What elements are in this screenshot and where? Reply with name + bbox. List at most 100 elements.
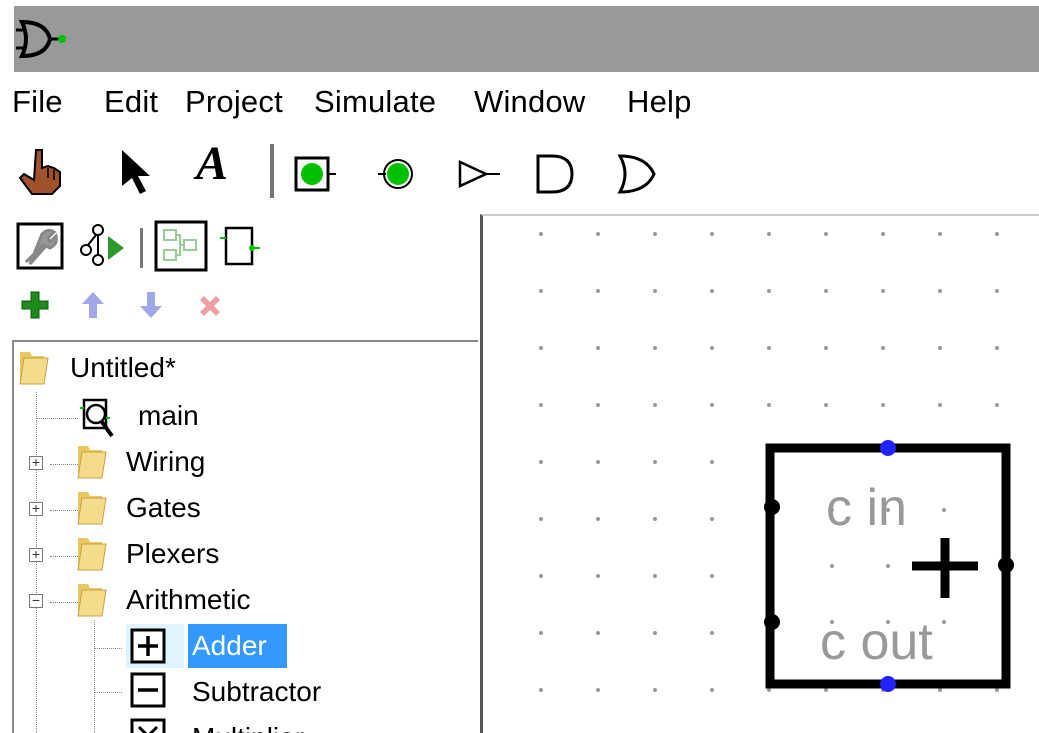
grid-dot — [539, 232, 543, 236]
simulation-tree-icon[interactable] — [76, 222, 128, 268]
tree-connector-arithmetic-children — [94, 620, 95, 733]
grid-dot — [995, 346, 999, 350]
tree-item-arithmetic[interactable]: Arithmetic — [126, 584, 250, 616]
grid-dot — [710, 289, 714, 293]
folder-icon — [77, 538, 107, 571]
tree-item-subtractor[interactable]: Subtractor — [192, 676, 321, 708]
tree-connector-arithmetic — [50, 602, 78, 603]
grid-dot — [767, 403, 771, 407]
tree-item-main[interactable]: main — [138, 400, 199, 432]
grid-dot — [653, 517, 657, 521]
toolbar-separator — [270, 144, 274, 198]
grid-dot — [824, 403, 828, 407]
grid-dot — [710, 574, 714, 578]
grid-dot — [824, 232, 828, 236]
grid-dot — [596, 403, 600, 407]
grid-dot — [539, 631, 543, 635]
grid-dot — [653, 346, 657, 350]
tree-connector-adder — [94, 648, 122, 649]
and-gate-icon[interactable] — [532, 152, 580, 196]
tree-connector-gates — [50, 510, 78, 511]
menu-project[interactable]: Project — [185, 84, 283, 120]
grid-dot — [596, 631, 600, 635]
grid-dot — [710, 403, 714, 407]
grid-dot — [824, 289, 828, 293]
tree-item-adder[interactable]: Adder — [192, 630, 267, 662]
expand-gates-icon[interactable]: + — [29, 501, 43, 516]
grid-dot — [596, 232, 600, 236]
grid-dot — [881, 403, 885, 407]
tree-connector-main — [36, 418, 78, 419]
or-gate-icon[interactable] — [614, 152, 662, 196]
text-tool-icon[interactable]: A — [196, 136, 228, 191]
menu-window[interactable]: Window — [474, 84, 585, 120]
add-circuit-icon[interactable] — [20, 290, 50, 320]
expand-plexers-icon[interactable]: + — [29, 547, 43, 562]
tree-item-multiplier[interactable]: Multiplier — [192, 722, 304, 733]
appearance-view-icon[interactable] — [218, 224, 262, 268]
folder-icon — [77, 492, 107, 525]
grid-dot — [710, 460, 714, 464]
tree-connector-root — [36, 392, 37, 733]
folder-icon — [77, 584, 107, 617]
grid-dot — [596, 688, 600, 692]
tree-item-gates[interactable]: Gates — [126, 492, 201, 524]
grid-dot — [881, 289, 885, 293]
grid-dot — [653, 289, 657, 293]
move-up-icon[interactable] — [80, 290, 106, 320]
layout-view-icon[interactable] — [154, 220, 208, 272]
grid-dot — [653, 232, 657, 236]
grid-dot — [653, 688, 657, 692]
grid-dot — [881, 346, 885, 350]
tree-connector-wiring — [50, 464, 78, 465]
folder-icon — [77, 446, 107, 479]
menu-edit[interactable]: Edit — [104, 84, 158, 120]
title-bar — [0, 0, 1039, 76]
tree-item-wiring[interactable]: Wiring — [126, 446, 205, 478]
grid-dot — [539, 460, 543, 464]
project-folder-icon — [19, 352, 49, 385]
tree-connector-subtractor — [94, 692, 122, 693]
delete-circuit-icon[interactable] — [196, 292, 224, 320]
grid-dot — [881, 232, 885, 236]
expand-wiring-icon[interactable]: + — [29, 455, 43, 470]
grid-dot — [710, 232, 714, 236]
project-name[interactable]: Untitled* — [70, 352, 176, 384]
menu-file[interactable]: File — [12, 84, 63, 120]
grid-dot — [653, 460, 657, 464]
grid-dot — [596, 460, 600, 464]
grid-dot — [539, 289, 543, 293]
grid-dot — [653, 403, 657, 407]
grid-dot — [710, 517, 714, 521]
grid-dot — [767, 289, 771, 293]
grid-dot — [995, 403, 999, 407]
adder-icon — [130, 628, 166, 664]
circuit-magnifier-icon — [80, 398, 114, 438]
move-down-icon[interactable] — [138, 290, 164, 320]
grid-dot — [710, 688, 714, 692]
hand-icon[interactable] — [14, 146, 66, 196]
arrow-pointer-icon[interactable] — [118, 148, 154, 196]
grid-dot — [710, 631, 714, 635]
title-bar-background — [14, 6, 1039, 72]
input-pin-icon[interactable] — [294, 156, 336, 194]
grid-dot — [653, 631, 657, 635]
menu-simulate[interactable]: Simulate — [314, 84, 436, 120]
grid-dot — [596, 574, 600, 578]
grid-dot — [938, 289, 942, 293]
grid-dot — [995, 232, 999, 236]
grid-dot — [539, 574, 543, 578]
adder-label-cin: c in — [826, 479, 907, 537]
buffer-icon[interactable] — [456, 158, 504, 190]
output-pin-icon[interactable] — [378, 156, 420, 192]
grid-dot — [824, 346, 828, 350]
grid-dot — [938, 346, 942, 350]
menu-help[interactable]: Help — [627, 84, 692, 120]
grid-dot — [596, 289, 600, 293]
logisim-app-icon — [16, 19, 66, 59]
wrench-icon[interactable] — [16, 222, 64, 270]
tree-item-plexers[interactable]: Plexers — [126, 538, 219, 570]
grid-dot — [767, 346, 771, 350]
collapse-arithmetic-icon[interactable]: − — [29, 593, 43, 608]
grid-dot — [938, 403, 942, 407]
